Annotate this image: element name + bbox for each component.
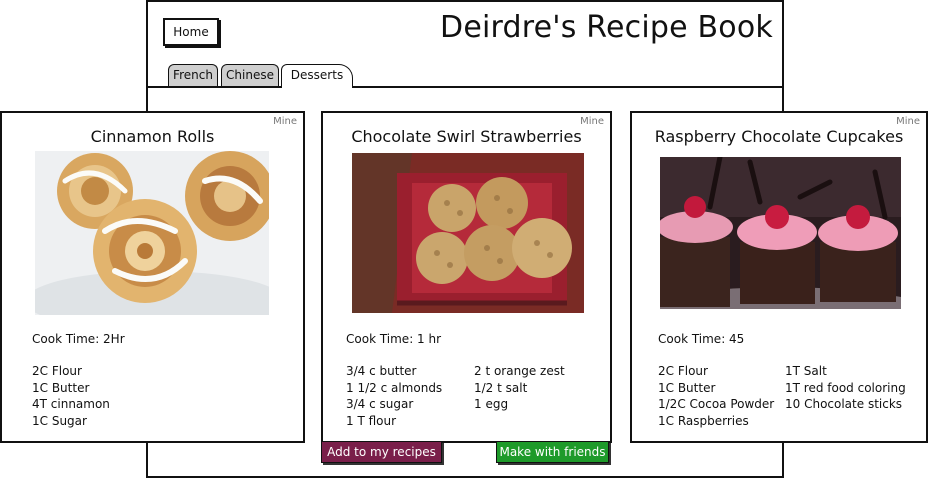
ingredient-item: 1 T flour xyxy=(346,413,397,428)
tab-chinese[interactable]: Chinese xyxy=(221,64,279,86)
cook-time: Cook Time: 45 xyxy=(658,332,745,346)
recipe-title: Cinnamon Rolls xyxy=(90,127,215,146)
tab-french[interactable]: French xyxy=(168,64,218,86)
raspberry-cupcakes-photo xyxy=(660,157,901,309)
cinnamon-rolls-photo xyxy=(35,151,269,315)
ingredient-list-secondary: 2 t orange zest 1/2 t salt 1 egg xyxy=(474,363,565,413)
ingredient-item: 2 t orange zest xyxy=(474,364,565,378)
recipe-card-chocolate-swirl-strawberries[interactable]: Mine Chocolate Swirl Strawberries Cook T… xyxy=(321,111,612,443)
ingredient-item: 1T Salt xyxy=(785,364,827,378)
ingredient-item: 1C Raspberries xyxy=(658,413,749,428)
ingredient-item: 3/4 c sugar xyxy=(346,397,414,411)
mine-badge: Mine xyxy=(580,116,604,127)
ingredient-item: 4T cinnamon xyxy=(32,397,110,411)
tab-desserts[interactable]: Desserts xyxy=(281,64,353,88)
ingredient-item: 2C Flour xyxy=(658,364,708,378)
cook-time: Cook Time: 2Hr xyxy=(32,332,125,346)
ingredient-item: 10 Chocolate sticks xyxy=(785,397,903,411)
ingredient-item: 1 egg xyxy=(474,397,509,411)
page-title: Deirdre's Recipe Book xyxy=(440,10,773,45)
ingredient-item: 3/4 c butter xyxy=(346,364,417,378)
cook-time: Cook Time: 1 hr xyxy=(346,332,442,346)
make-with-friends-button[interactable]: Make with friends xyxy=(496,441,609,463)
home-button[interactable]: Home xyxy=(163,18,219,46)
add-to-my-recipes-button[interactable]: Add to my recipes xyxy=(321,441,442,463)
ingredient-item: 1C Sugar xyxy=(32,413,87,428)
mine-badge: Mine xyxy=(273,116,297,127)
ingredient-item: 1/2 t salt xyxy=(474,380,528,395)
ingredient-list: 2C Flour 1C Butter 4T cinnamon 1C Sugar xyxy=(32,363,110,429)
chocolate-swirl-strawberries-photo xyxy=(352,153,584,313)
ingredient-item: 1/2C Cocoa Powder xyxy=(658,397,775,411)
ingredient-list: 3/4 c butter 1 1/2 c almonds 3/4 c sugar… xyxy=(346,363,442,429)
recipe-card-cinnamon-rolls[interactable]: Mine Cinnamon Rolls Cook Time: 2Hr 2C Fl… xyxy=(0,111,305,443)
ingredient-list: 2C Flour 1C Butter 1/2C Cocoa Powder 1C … xyxy=(658,363,774,429)
ingredient-list-secondary: 1T Salt 1T red food coloring 10 Chocolat… xyxy=(785,363,906,413)
ingredient-item: 1C Butter xyxy=(32,380,90,395)
recipe-card-raspberry-chocolate-cupcakes[interactable]: Mine Raspberry Chocolate Cupcakes Cook T… xyxy=(630,111,928,443)
ingredient-item: 1 1/2 c almonds xyxy=(346,380,443,395)
recipe-title: Raspberry Chocolate Cupcakes xyxy=(654,127,904,146)
mine-badge: Mine xyxy=(896,116,920,127)
recipe-title: Chocolate Swirl Strawberries xyxy=(351,127,582,146)
ingredient-item: 1T red food coloring xyxy=(785,380,906,395)
ingredient-item: 2C Flour xyxy=(32,364,82,378)
header-divider xyxy=(146,86,784,88)
ingredient-item: 1C Butter xyxy=(658,380,716,395)
